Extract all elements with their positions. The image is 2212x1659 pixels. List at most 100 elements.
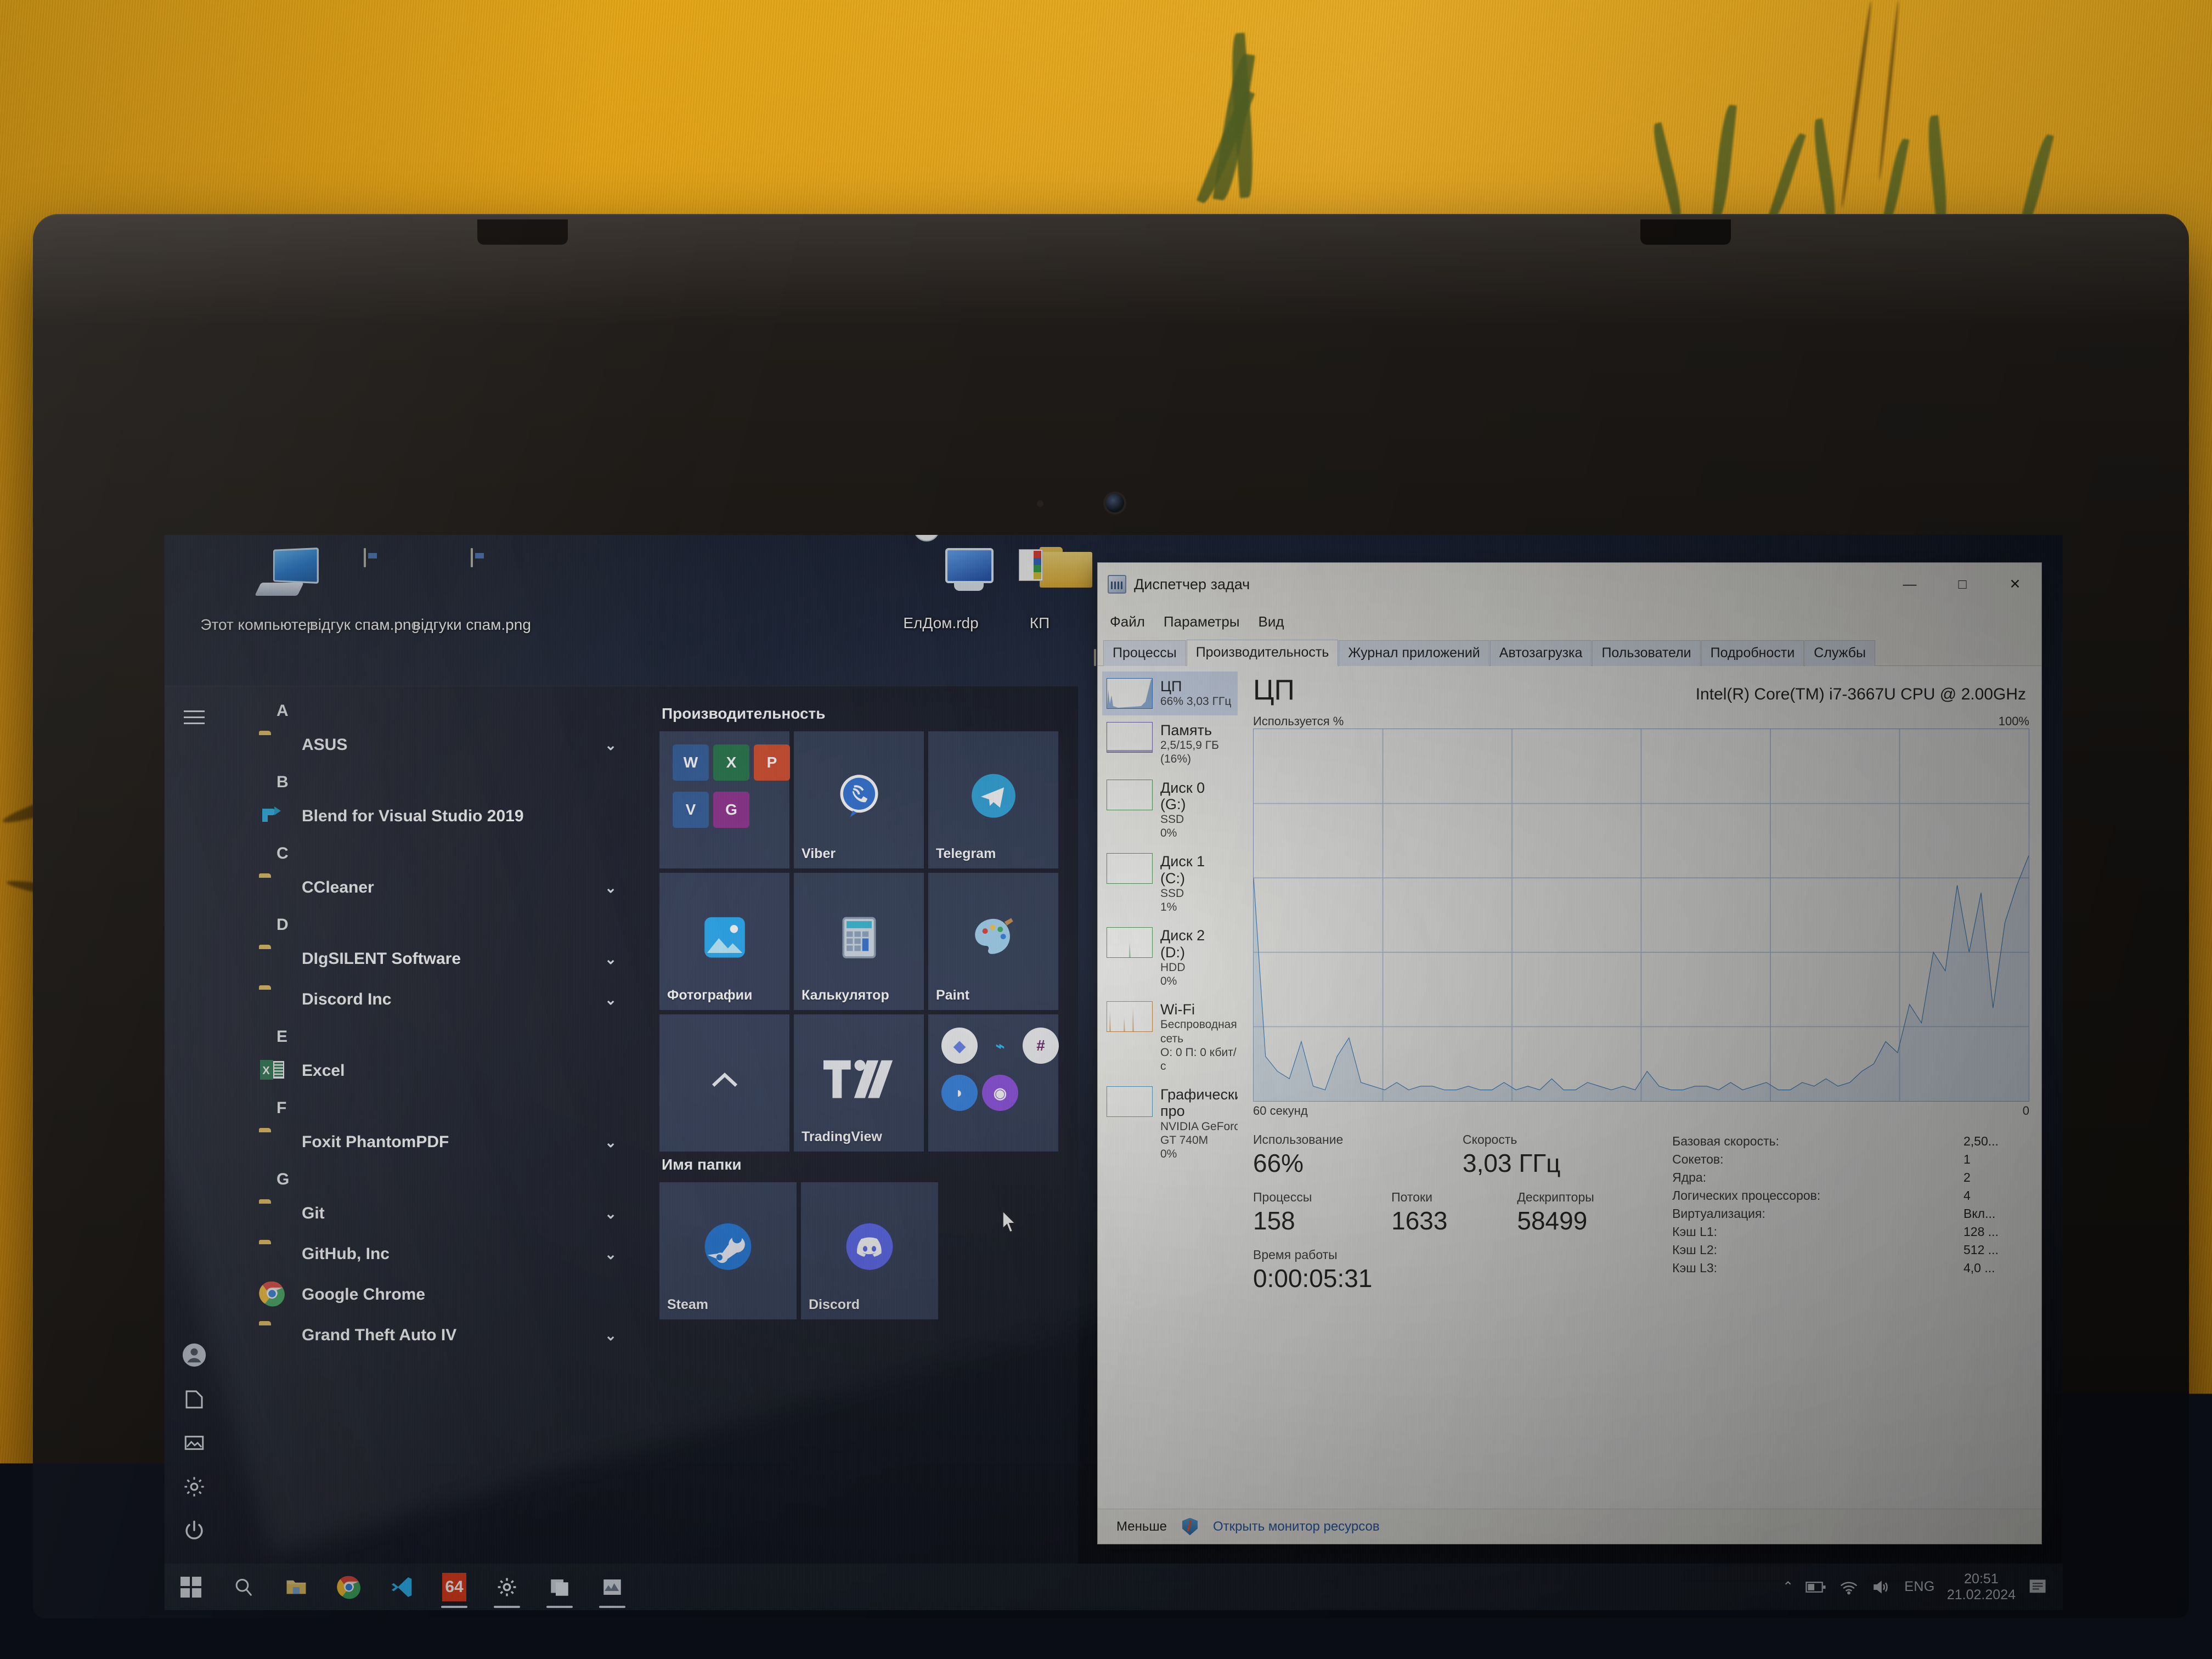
system-tray[interactable]: ⌃ ENG 20:51 21.02.2024 [1782, 1571, 2063, 1603]
start-app-item[interactable]: Grand Theft Auto IV ⌄ [224, 1315, 635, 1356]
speaker-icon[interactable] [1871, 1579, 1892, 1595]
chrome-button[interactable] [323, 1564, 375, 1610]
start-button[interactable] [165, 1564, 217, 1610]
file-explorer-button[interactable] [270, 1564, 323, 1610]
tab-7[interactable]: Службы [1804, 640, 1875, 666]
office-app-icon[interactable]: X [713, 744, 749, 781]
tab-6[interactable]: Подробности [1701, 640, 1804, 666]
office-app-icon[interactable]: P [754, 744, 790, 781]
start-app-item[interactable]: Discord Inc ⌄ [224, 979, 635, 1020]
chevron-down-icon[interactable]: ⌄ [605, 737, 617, 754]
start-app-item[interactable]: GitHub, Inc ⌄ [224, 1234, 635, 1274]
resource-item-1[interactable]: ЦП 66% 3,03 ГГц [1102, 672, 1238, 715]
window-controls[interactable]: — □ ✕ [1883, 563, 2041, 606]
start-tile[interactable]: Фотографии [659, 873, 789, 1010]
tray-overflow-icon[interactable]: ⌃ [1782, 1579, 1793, 1595]
start-tile[interactable]: Discord [801, 1182, 938, 1319]
task-manager-window[interactable]: Диспетчер задач — □ ✕ Файл Параметры Вид… [1097, 562, 2042, 1544]
ethereum-icon[interactable]: ◆ [941, 1028, 978, 1064]
start-app-item[interactable]: ASUS ⌄ [224, 725, 635, 765]
start-tile[interactable]: TradingView [794, 1014, 924, 1152]
task-manager-tabs[interactable]: Процессы Производительность Журнал приложе… [1098, 637, 2041, 666]
chevron-down-icon[interactable]: ⌄ [605, 1246, 617, 1263]
wifi-icon[interactable] [1838, 1579, 1859, 1595]
documents-icon[interactable] [177, 1381, 212, 1417]
start-menu-tiles[interactable]: Производительность W X P V G Viber Telegram Фото… [635, 686, 1078, 1564]
start-tile[interactable]: Telegram [928, 731, 1058, 868]
resource-item-5[interactable]: Диск 2 (D:) HDD 0% [1102, 921, 1238, 995]
resource-item-7[interactable]: Графический проNVIDIA GeForce GT 740M0% [1102, 1080, 1238, 1167]
start-tile[interactable] [659, 1014, 789, 1152]
open-resource-monitor-link[interactable]: Открыть монитор ресурсов [1213, 1519, 1380, 1534]
start-app-item[interactable]: Git ⌄ [224, 1193, 635, 1234]
postman-icon[interactable]: ◗ [941, 1075, 978, 1111]
chevron-down-icon[interactable]: ⌄ [605, 1134, 617, 1151]
close-button[interactable]: ✕ [1989, 563, 2041, 606]
language-indicator[interactable]: ENG [1904, 1579, 1935, 1595]
tab-2[interactable]: Производительность [1187, 640, 1339, 666]
office-app-icon[interactable]: G [713, 792, 749, 828]
minimize-button[interactable]: — [1883, 563, 1936, 606]
menu-item-view[interactable]: Вид [1259, 613, 1284, 630]
task-manager-resource-list[interactable]: ЦП 66% 3,03 ГГц Память 2,5/15,9 ГБ (16%) Дис… [1098, 666, 1238, 1509]
start-tile[interactable]: WXP VG [659, 731, 789, 868]
pictures-icon[interactable] [177, 1425, 212, 1460]
chevron-down-icon[interactable]: ⌄ [605, 1327, 617, 1344]
start-app-item[interactable]: Blend for Visual Studio 2019 [224, 796, 635, 837]
start-menu-app-list[interactable]: A ASUS ⌄ B Blend for Visual Studio 2019 C CCle… [224, 686, 635, 1564]
vscode-icon[interactable]: ⌁ [982, 1028, 1018, 1064]
start-menu-rail[interactable] [165, 686, 224, 1564]
taskmgr-button[interactable] [586, 1564, 639, 1610]
start-tile[interactable]: ◆ ⌁ # ◗ ◉ [928, 1014, 1058, 1152]
maximize-button[interactable]: □ [1936, 563, 1989, 606]
start-tile[interactable]: Калькулятор [794, 873, 924, 1010]
tab-5[interactable]: Пользователи [1592, 640, 1700, 666]
desktop-icon-kp[interactable]: КП [993, 547, 1086, 632]
chevron-down-icon[interactable]: ⌄ [605, 951, 617, 968]
start-app-item[interactable]: Google Chrome [224, 1274, 635, 1315]
desktop-icon-vidguky-spam[interactable]: відгуки спам.png [409, 549, 535, 634]
power-icon[interactable] [177, 1513, 212, 1548]
clock[interactable]: 20:51 21.02.2024 [1947, 1571, 2016, 1603]
task-manager-footer[interactable]: Меньше Открыть монитор ресурсов [1098, 1509, 2041, 1544]
start-app-item[interactable]: DIgSILENT Software ⌄ [224, 939, 635, 979]
tab-3[interactable]: Журнал приложений [1339, 640, 1489, 666]
office-app-icon[interactable]: W [673, 744, 709, 781]
tab-4[interactable]: Автозагрузка [1490, 640, 1592, 666]
task-manager-titlebar[interactable]: Диспетчер задач — □ ✕ [1098, 563, 2041, 606]
slack-icon[interactable]: # [1023, 1028, 1059, 1064]
chevron-down-icon[interactable]: ⌄ [605, 879, 617, 896]
desktop-icon-eldom-rdp[interactable]: » ЕлДом.rdp [878, 547, 1004, 632]
tab-1[interactable]: Процессы [1103, 640, 1186, 666]
battery-icon[interactable] [1805, 1580, 1826, 1594]
store-button[interactable] [533, 1564, 586, 1610]
chevron-down-icon[interactable]: ⌄ [605, 991, 617, 1008]
chevron-down-icon[interactable]: ⌄ [605, 1205, 617, 1222]
user-account-icon[interactable] [177, 1338, 212, 1373]
start-menu[interactable]: A ASUS ⌄ B Blend for Visual Studio 2019 C CCle… [165, 686, 1078, 1564]
hamburger-icon[interactable] [177, 699, 212, 735]
resource-item-3[interactable]: Диск 0 (G:) SSD 0% [1102, 773, 1238, 847]
search-button[interactable] [217, 1564, 270, 1610]
menu-item-file[interactable]: Файл [1110, 613, 1145, 630]
x64dbg-button[interactable]: 64 [428, 1564, 481, 1610]
resource-item-2[interactable]: Память 2,5/15,9 ГБ (16%) [1102, 715, 1238, 773]
notifications-icon[interactable] [2028, 1578, 2049, 1596]
resource-item-4[interactable]: Диск 1 (C:) SSD 1% [1102, 847, 1238, 921]
start-tile[interactable]: Steam [659, 1182, 797, 1319]
start-tile[interactable]: Viber [794, 731, 924, 868]
settings-gear-icon[interactable] [177, 1469, 212, 1504]
office-app-icon[interactable]: V [673, 792, 709, 828]
start-app-item[interactable]: Foxit PhantomPDF ⌄ [224, 1122, 635, 1163]
start-tile[interactable]: Paint [928, 873, 1058, 1010]
github-icon[interactable]: ◉ [982, 1075, 1018, 1111]
menu-item-options[interactable]: Параметры [1164, 613, 1240, 630]
start-app-item[interactable]: X Excel [224, 1051, 635, 1091]
settings-button[interactable] [481, 1564, 533, 1610]
task-manager-menubar[interactable]: Файл Параметры Вид [1098, 606, 2041, 637]
taskbar[interactable]: 64 ⌃ ENG 20:51 21.02.2024 [165, 1564, 2063, 1610]
fewer-details-button[interactable]: Меньше [1116, 1519, 1167, 1534]
vscode-button[interactable] [375, 1564, 428, 1610]
resource-item-6[interactable]: Wi-Fi Беспроводная сеть О: 0 П: 0 кбит/с [1102, 995, 1238, 1080]
start-app-item[interactable]: CCleaner ⌄ [224, 867, 635, 908]
